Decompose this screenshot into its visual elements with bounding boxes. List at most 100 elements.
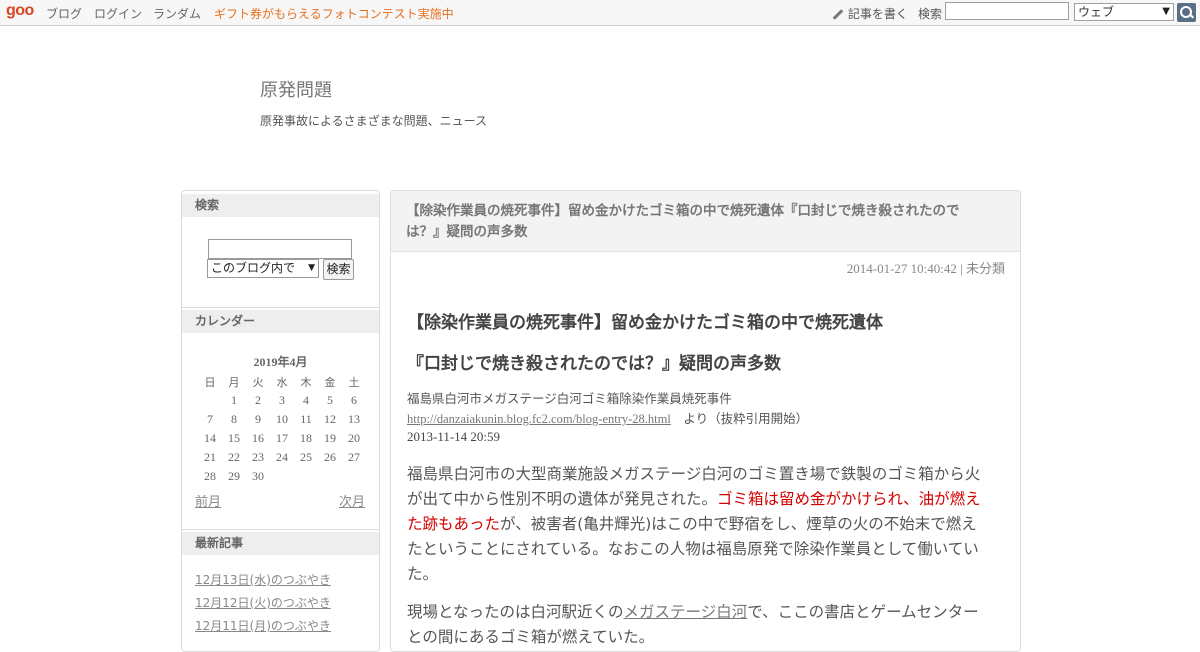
- nav-login-link[interactable]: ログイン: [94, 5, 142, 22]
- paragraph-line: たということにされている。なおこの人物は福島原発で除染作業員として働いてい: [407, 540, 979, 558]
- weekday-label: 月: [228, 375, 240, 389]
- article-panel: 【除染作業員の焼死事件】留め金かけたゴミ箱の中で焼死遺体『口封じで焼き殺されたの…: [390, 190, 1021, 652]
- calendar-day: 12: [324, 412, 336, 426]
- paragraph-text: が、被害者(亀井輝光)はこの中で野宿をし、煙草の火の不始末で燃え: [500, 515, 977, 533]
- sidebar-search-heading: 検索: [182, 194, 379, 217]
- recent-post-link[interactable]: 12月11日(月)のつぶやき: [195, 617, 331, 634]
- recent-post-link[interactable]: 12月12日(火)のつぶやき: [195, 594, 331, 611]
- paragraph-text: が出て中から性別不明の遺体が発見された。: [407, 490, 718, 508]
- article-subheading: 『口封じで焼き殺されたのでは？』疑問の声多数: [407, 354, 781, 374]
- paragraph-line: との間にあるゴミ箱が燃えていた。: [407, 628, 655, 646]
- calendar-day: 10: [276, 412, 288, 426]
- write-article-link[interactable]: 記事を書く: [830, 5, 908, 22]
- sidebar-recent-heading: 最新記事: [182, 532, 379, 555]
- weekday-label: 火: [252, 375, 264, 389]
- write-article-label: 記事を書く: [847, 7, 908, 21]
- article-date: 2014-01-27 10:40:42: [846, 261, 957, 276]
- calendar-prev-month-link[interactable]: 前月: [195, 491, 221, 510]
- calendar-day: 22: [228, 450, 240, 464]
- calendar-day: [270, 467, 294, 486]
- calendar-day: 23: [252, 450, 264, 464]
- article-title-link[interactable]: 【除染作業員の焼死事件】留め金かけたゴミ箱の中で焼死遺体『口封じで焼き殺されたの…: [406, 201, 996, 243]
- calendar-day: 2: [255, 393, 261, 407]
- megastage-link[interactable]: メガステージ白河: [624, 603, 748, 621]
- calendar-table: 日 月 火 水 木 金 土 1 2 3 4 5 6 7 8 9 10 11 12…: [198, 372, 366, 486]
- calendar-day: 14: [204, 431, 216, 445]
- calendar-day: 30: [252, 469, 264, 483]
- top-search-input[interactable]: [945, 2, 1069, 20]
- source-date: 2013-11-14 20:59: [407, 429, 501, 444]
- calendar-day: 20: [348, 431, 360, 445]
- article-heading: 【除染作業員の焼死事件】留め金かけたゴミ箱の中で焼死遺体: [407, 313, 883, 333]
- blog-search-scope-value: このブログ内で: [211, 261, 296, 275]
- calendar-day: 15: [228, 431, 240, 445]
- weekday-label: 木: [300, 375, 312, 389]
- calendar-week-row: 21 22 23 24 25 26 27: [198, 448, 366, 467]
- weekday-label: 日: [204, 375, 216, 389]
- highlight-text: た跡もあった: [407, 515, 501, 533]
- source-url-link[interactable]: http://danzaiakunin.blog.fc2.com/blog-en…: [407, 412, 671, 426]
- paragraph-line: た跡もあったが、被害者(亀井輝光)はこの中で野宿をし、煙草の火の不始末で燃え: [407, 512, 977, 534]
- blog-search-input[interactable]: [208, 239, 352, 259]
- calendar-day: 24: [276, 450, 288, 464]
- sidebar-calendar-heading: カレンダー: [182, 310, 379, 333]
- nav-blog-link[interactable]: ブログ: [46, 5, 82, 22]
- highlight-text: ゴミ箱は留め金がかけられ、油が燃え: [717, 490, 981, 508]
- chevron-down-icon: ▼: [1162, 6, 1170, 17]
- calendar-week-row: 1 2 3 4 5 6: [198, 391, 366, 410]
- calendar-day: 25: [300, 450, 312, 464]
- paragraph-text: 現場となったのは白河駅近くの: [407, 603, 624, 621]
- calendar-next-month-link[interactable]: 次月: [339, 491, 365, 510]
- paragraph-line: が出て中から性別不明の遺体が発見された。ゴミ箱は留め金がかけられ、油が燃え: [407, 487, 981, 509]
- blog-description: 原発事故によるさまざまな問題、ニュース: [260, 114, 488, 128]
- paragraph-line: 福島県白河市の大型商業施設メガステージ白河のゴミ置き場で鉄製のゴミ箱から火: [407, 465, 981, 483]
- divider: [182, 307, 379, 308]
- weekday-label: 金: [324, 375, 336, 389]
- search-scope-select[interactable]: ウェブ ▼: [1074, 3, 1174, 21]
- weekday-label: 土: [348, 375, 360, 389]
- photo-contest-promo-link[interactable]: ギフト券がもらえるフォトコンテスト実施中: [214, 5, 454, 22]
- calendar-week-row: 28 29 30: [198, 467, 366, 486]
- divider: [182, 529, 379, 530]
- search-button[interactable]: [1177, 3, 1196, 22]
- calendar-day: 16: [252, 431, 264, 445]
- calendar-day: 26: [324, 450, 336, 464]
- source-suffix: より（抜粋引用開始）: [670, 411, 809, 426]
- calendar-day: 11: [300, 412, 312, 426]
- article-meta: 2014-01-27 10:40:42 | 未分類: [847, 258, 1005, 277]
- calendar-day: 4: [303, 393, 309, 407]
- meta-separator: |: [960, 261, 963, 276]
- paragraph-line: 現場となったのは白河駅近くのメガステージ白河で、ここの書店とゲームセンター: [407, 600, 979, 622]
- calendar-weekday-row: 日 月 火 水 木 金 土: [198, 372, 366, 391]
- calendar-day: [318, 467, 342, 486]
- calendar-day: 19: [324, 431, 336, 445]
- chevron-down-icon: ▼: [308, 263, 315, 273]
- calendar-week-row: 14 15 16 17 18 19 20: [198, 429, 366, 448]
- sidebar: 検索 このブログ内で ▼ 検索 カレンダー 2019年4月 日 月 火 水 木 …: [181, 190, 380, 652]
- blog-title[interactable]: 原発問題: [260, 76, 332, 102]
- recent-post-link[interactable]: 12月13日(水)のつぶやき: [195, 571, 331, 588]
- calendar-day: 7: [207, 412, 213, 426]
- paragraph-line: た。: [407, 565, 439, 583]
- calendar-day: [198, 391, 222, 410]
- article-category-link[interactable]: 未分類: [966, 261, 1005, 276]
- calendar-day: 9: [255, 412, 261, 426]
- calendar-week-row: 7 8 9 10 11 12 13: [198, 410, 366, 429]
- source-title: 福島県白河市メガステージ白河ゴミ箱除染作業員焼死事件: [407, 391, 732, 406]
- article-title-line: は？』疑問の声多数: [406, 224, 528, 240]
- blog-search-scope-select[interactable]: このブログ内で ▼: [207, 259, 319, 278]
- article-header: 【除染作業員の焼死事件】留め金かけたゴミ箱の中で焼死遺体『口封じで焼き殺されたの…: [391, 191, 1020, 252]
- calendar-day: 8: [231, 412, 237, 426]
- calendar-day: [342, 467, 366, 486]
- top-bar: goo ブログ ログイン ランダム ギフト券がもらえるフォトコンテスト実施中 記…: [0, 0, 1200, 26]
- calendar-day: 3: [279, 393, 285, 407]
- calendar-day: 28: [204, 469, 216, 483]
- search-label: 検索: [918, 7, 943, 21]
- article-title-line: 【除染作業員の焼死事件】留め金かけたゴミ箱の中で焼死遺体『口封じで焼き殺されたの…: [406, 203, 960, 219]
- nav-random-link[interactable]: ランダム: [153, 5, 201, 22]
- source-line: http://danzaiakunin.blog.fc2.com/blog-en…: [407, 408, 808, 427]
- blog-search-button[interactable]: 検索: [323, 259, 354, 280]
- pencil-icon: [830, 8, 844, 20]
- goo-logo[interactable]: goo: [6, 2, 34, 20]
- calendar-day: 13: [348, 412, 360, 426]
